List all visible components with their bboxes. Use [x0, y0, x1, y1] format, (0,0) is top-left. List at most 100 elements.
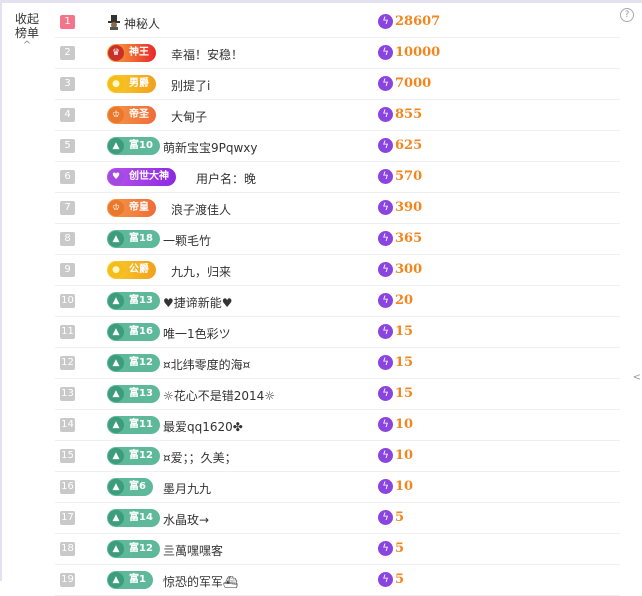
ranking-row[interactable]: 13 ▲ 富13 ☼花心不是错2014☼ ϟ 15 — [55, 379, 620, 410]
level-badge: ▲ 富1 — [107, 571, 153, 589]
score-value: 7000 — [395, 76, 432, 91]
contribution-score: ϟ 855 — [378, 107, 422, 123]
score-value: 28607 — [395, 14, 441, 29]
badge-label: 富12 — [129, 543, 153, 554]
user-name[interactable]: 幸福！安稳！ — [171, 46, 243, 63]
contribution-score: ϟ 28607 — [378, 14, 440, 30]
score-value: 625 — [395, 138, 423, 153]
contribution-score: ϟ 10 — [378, 479, 413, 495]
contribution-score: ϟ 300 — [378, 262, 422, 278]
badge-label: 富6 — [129, 481, 146, 492]
ranking-row[interactable]: 8 ▲ 富18 一颗毛竹 ϟ 365 — [55, 224, 620, 255]
score-value: 10 — [395, 417, 414, 432]
ranking-row[interactable]: 4 ♔ 帝圣 大甸子 ϟ 855 — [55, 100, 620, 131]
mountain-icon: ▲ — [108, 510, 124, 526]
score-value: 10 — [395, 479, 414, 494]
contribution-score: ϟ 365 — [378, 231, 422, 247]
ranking-row[interactable]: 10 ▲ 富13 ♥捷谛新能♥ ϟ 20 — [55, 286, 620, 317]
ranking-row[interactable]: 18 ▲ 富12 亖萬嘿嘿客 ϟ 5 — [55, 534, 620, 565]
contribution-score: ϟ 10 — [378, 417, 413, 433]
ranking-row[interactable]: 5 ▲ 富10 萌新宝宝9Pqwxy ϟ 625 — [55, 131, 620, 162]
lightning-icon: ϟ — [378, 417, 393, 432]
user-name[interactable]: 别提了i — [171, 77, 210, 94]
user-name[interactable]: 水晶玫→ — [163, 511, 209, 528]
level-badge: ▲ 富16 — [107, 323, 160, 341]
ranking-row[interactable]: 12 ▲ 富12 ¤北纬零度的海¤ ϟ 15 — [55, 348, 620, 379]
help-icon[interactable]: ? — [620, 8, 634, 22]
score-value: 5 — [395, 572, 405, 587]
collapse-ranking-button[interactable]: 收起榜单 ^ — [10, 12, 44, 51]
badge-label: 富16 — [129, 326, 153, 337]
user-name[interactable]: 一颗毛竹 — [163, 232, 211, 249]
score-value: 15 — [395, 355, 414, 370]
hat-icon — [108, 15, 120, 30]
rank-number: 17 — [60, 511, 75, 525]
rank-number: 16 — [60, 480, 75, 494]
ranking-row[interactable]: 6 ♥ 创世大神 用户名：晚 ϟ 570 — [55, 162, 620, 193]
user-name[interactable]: 墨月九九 — [163, 480, 211, 497]
lightning-icon: ϟ — [378, 231, 393, 246]
ranking-row[interactable]: 11 ▲ 富16 唯一1色彩ツ ϟ 15 — [55, 317, 620, 348]
user-name[interactable]: ¤爱；；久美； — [163, 449, 237, 466]
user-name[interactable]: 最爱qq1620✤ — [163, 418, 243, 435]
lightning-icon: ϟ — [378, 138, 393, 153]
contribution-score: ϟ 10 — [378, 448, 413, 464]
coin-icon: ● — [108, 262, 124, 278]
user-name[interactable]: 萌新宝宝9Pqwxy — [163, 139, 258, 156]
ranking-row[interactable]: 17 ▲ 富14 水晶玫→ ϟ 5 — [55, 503, 620, 534]
score-value: 365 — [395, 231, 423, 246]
ranking-row[interactable]: 1 神秘人 ϟ 28607 — [55, 7, 620, 38]
user-name[interactable]: 用户名：晚 — [196, 170, 256, 187]
ranking-row[interactable]: 14 ▲ 富11 最爱qq1620✤ ϟ 10 — [55, 410, 620, 441]
user-name[interactable]: 唯一1色彩ツ — [163, 325, 231, 342]
level-badge: ♔ 帝圣 — [107, 106, 156, 124]
crest-icon: ♛ — [108, 45, 124, 61]
user-name[interactable]: 神秘人 — [124, 15, 160, 32]
rank-number: 11 — [60, 325, 75, 339]
user-name[interactable]: 九九，归来 — [171, 263, 231, 280]
coin-icon: ● — [108, 76, 124, 92]
panel-left-border — [0, 0, 2, 581]
ranking-row[interactable]: 9 ● 公爵 九九，归来 ϟ 300 — [55, 255, 620, 286]
level-badge: ▲ 富14 — [107, 509, 160, 527]
ranking-row[interactable]: 3 ● 男爵 别提了i ϟ 7000 — [55, 69, 620, 100]
rank-number: 8 — [60, 232, 75, 246]
rank-number: 4 — [60, 108, 75, 122]
level-badge: ▲ 富11 — [107, 416, 160, 434]
badge-label: 富10 — [129, 140, 153, 151]
lightning-icon: ϟ — [378, 200, 393, 215]
user-name[interactable]: 亖萬嘿嘿客 — [163, 542, 223, 559]
score-value: 390 — [395, 200, 423, 215]
badge-label: 富12 — [129, 357, 153, 368]
lightning-icon: ϟ — [378, 572, 393, 587]
rank-number: 18 — [60, 542, 75, 556]
panel-top-border — [0, 0, 642, 3]
lightning-icon: ϟ — [378, 324, 393, 339]
crown-icon: ♔ — [108, 200, 124, 216]
rank-number: 2 — [60, 46, 75, 60]
crown-icon: ♔ — [108, 107, 124, 123]
user-name[interactable]: 浪子渡佳人 — [171, 201, 231, 218]
collapse-label: 收起榜单 — [14, 12, 39, 40]
expand-arrow-icon[interactable]: < — [633, 372, 641, 383]
ranking-row[interactable]: 16 ▲ 富6 墨月九九 ϟ 10 — [55, 472, 620, 503]
user-name[interactable]: ♥捷谛新能♥ — [163, 294, 233, 311]
contribution-score: ϟ5 — [378, 541, 404, 557]
user-name[interactable]: ☼花心不是错2014☼ — [163, 387, 275, 404]
user-name[interactable]: ¤北纬零度的海¤ — [163, 356, 250, 373]
lightning-icon: ϟ — [378, 262, 393, 277]
user-name[interactable]: 大甸子 — [171, 108, 207, 125]
contribution-score: ϟ 7000 — [378, 76, 431, 92]
score-value: 300 — [395, 262, 423, 277]
ranking-row[interactable]: 7 ♔ 帝皇 浪子渡佳人 ϟ 390 — [55, 193, 620, 224]
mountain-icon: ▲ — [108, 355, 124, 371]
level-badge: ▲ 富6 — [107, 478, 153, 496]
rank-number: 7 — [60, 201, 75, 215]
score-value: 10000 — [395, 45, 441, 60]
user-name[interactable]: 惊恐的军军⛴ — [163, 573, 238, 590]
ranking-row[interactable]: 15 ▲ 富12 ¤爱；；久美； ϟ 10 — [55, 441, 620, 472]
contribution-score: ϟ 10000 — [378, 45, 440, 61]
score-value: 570 — [395, 169, 423, 184]
contribution-score: ϟ 570 — [378, 169, 422, 185]
ranking-row[interactable]: 2 ♛ 神王 幸福！安稳！ ϟ 10000 — [55, 38, 620, 69]
